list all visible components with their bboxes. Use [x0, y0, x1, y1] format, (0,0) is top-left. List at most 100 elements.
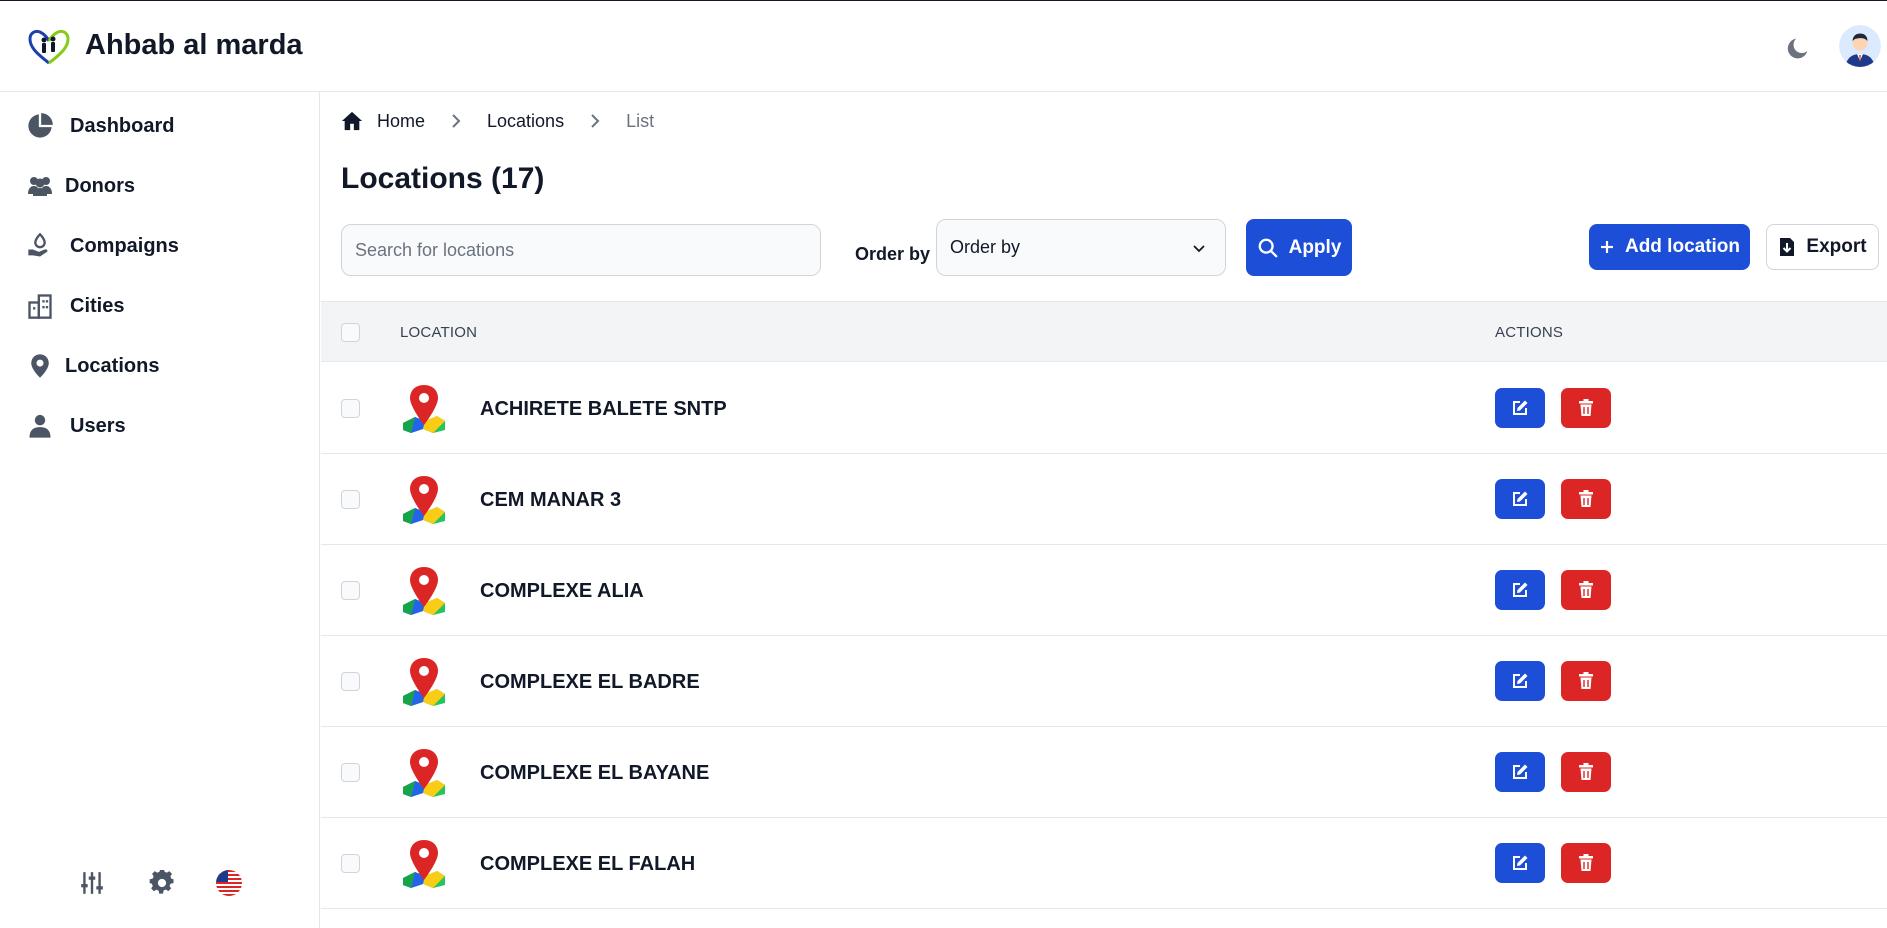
table-header: LOCATION ACTIONS — [321, 301, 1887, 362]
trash-icon — [1579, 763, 1593, 780]
export-button[interactable]: Export — [1766, 224, 1879, 270]
edit-icon — [1513, 673, 1528, 688]
search-input[interactable] — [341, 224, 821, 276]
trash-icon — [1579, 672, 1593, 689]
sidebar-item-label: Cities — [70, 294, 125, 317]
delete-button[interactable] — [1561, 843, 1611, 883]
location-name[interactable]: COMPLEXE EL FALAH — [480, 853, 695, 876]
sidebar-item-compaigns[interactable]: Compaigns — [0, 222, 319, 270]
location-name[interactable]: CEM MANAR 3 — [480, 489, 621, 512]
sidebar-item-users[interactable]: Users — [0, 402, 319, 450]
breadcrumb-current: List — [626, 110, 655, 131]
edit-button[interactable] — [1495, 843, 1545, 883]
user-icon — [29, 414, 51, 438]
apply-button-label: Apply — [1288, 236, 1342, 258]
map-pin-icon — [403, 385, 445, 433]
edit-button[interactable] — [1495, 661, 1545, 701]
main-content: Home Locations List Locations (17) Order… — [321, 92, 1887, 928]
row-checkbox[interactable] — [341, 581, 360, 600]
sliders-icon[interactable] — [79, 870, 105, 896]
table-row: COMPLEXE ALIA — [321, 545, 1887, 636]
map-pin-icon — [403, 749, 445, 797]
location-name[interactable]: COMPLEXE EL BADRE — [480, 671, 700, 694]
edit-icon — [1513, 400, 1528, 415]
row-checkbox[interactable] — [341, 490, 360, 509]
sidebar-item-label: Locations — [65, 354, 160, 377]
avatar-icon — [1839, 25, 1881, 67]
edit-icon — [1513, 855, 1528, 870]
edit-icon — [1513, 491, 1528, 506]
table-row: COMPLEXE EL FALAH — [321, 818, 1887, 909]
edit-icon — [1513, 582, 1528, 597]
sidebar-item-label: Dashboard — [70, 114, 175, 137]
map-pin-icon — [31, 354, 49, 378]
add-location-button[interactable]: Add location — [1589, 224, 1750, 270]
logo-icon[interactable] — [28, 29, 70, 65]
sidebar-item-cities[interactable]: Cities — [0, 282, 319, 330]
column-header-location[interactable]: LOCATION — [400, 324, 477, 341]
gear-icon[interactable] — [149, 870, 175, 896]
chevron-right-icon — [591, 114, 600, 128]
delete-button[interactable] — [1561, 388, 1611, 428]
user-avatar[interactable] — [1839, 25, 1881, 67]
users-group-icon — [28, 177, 52, 196]
edit-button[interactable] — [1495, 570, 1545, 610]
sidebar: Dashboard Donors Compaigns Cities Locati… — [0, 92, 320, 928]
location-name[interactable]: COMPLEXE EL BAYANE — [480, 762, 709, 785]
file-download-icon — [1780, 238, 1795, 256]
edit-button[interactable] — [1495, 752, 1545, 792]
delete-button[interactable] — [1561, 661, 1611, 701]
map-pin-icon — [403, 658, 445, 706]
export-label: Export — [1806, 236, 1867, 257]
sidebar-item-locations[interactable]: Locations — [0, 342, 319, 390]
sidebar-item-dashboard[interactable]: Dashboard — [0, 102, 319, 150]
location-name[interactable]: COMPLEXE ALIA — [480, 580, 644, 603]
chevron-down-icon — [1193, 245, 1205, 253]
sidebar-item-label: Donors — [65, 174, 135, 197]
row-checkbox[interactable] — [341, 763, 360, 782]
chevron-right-icon — [452, 114, 461, 128]
edit-button[interactable] — [1495, 479, 1545, 519]
sidebar-item-label: Users — [70, 414, 126, 437]
sidebar-item-donors[interactable]: Donors — [0, 162, 319, 210]
row-checkbox[interactable] — [341, 399, 360, 418]
dark-mode-toggle-icon[interactable] — [1784, 34, 1812, 62]
row-checkbox[interactable] — [341, 672, 360, 691]
add-location-label: Add location — [1624, 236, 1741, 257]
map-pin-icon — [403, 476, 445, 524]
page-title: Locations (17) — [341, 162, 545, 195]
pie-chart-icon — [28, 113, 53, 138]
trash-icon — [1579, 581, 1593, 598]
delete-button[interactable] — [1561, 570, 1611, 610]
order-by-select[interactable]: Order by — [936, 219, 1226, 276]
table-row: ACHIRETE BALETE SNTP — [321, 363, 1887, 454]
city-buildings-icon — [28, 294, 52, 319]
select-all-checkbox[interactable] — [341, 323, 360, 342]
sidebar-item-label: Compaigns — [70, 234, 179, 257]
map-pin-icon — [403, 567, 445, 615]
delete-button[interactable] — [1561, 752, 1611, 792]
table-row: CEM MANAR 3 — [321, 454, 1887, 545]
breadcrumb-locations[interactable]: Locations — [487, 111, 564, 132]
trash-icon — [1579, 490, 1593, 507]
table-row: COMPLEXE EL BAYANE — [321, 727, 1887, 818]
breadcrumb: Home Locations List — [341, 106, 654, 136]
apply-button[interactable]: Apply — [1246, 219, 1352, 276]
order-by-value: Order by — [950, 237, 1021, 257]
row-checkbox[interactable] — [341, 854, 360, 873]
hand-donation-icon — [28, 232, 48, 257]
table-row: COMPLEXE EL BADRE — [321, 636, 1887, 727]
breadcrumb-home[interactable]: Home — [377, 111, 425, 132]
trash-icon — [1579, 399, 1593, 416]
column-header-actions: ACTIONS — [1495, 324, 1564, 341]
trash-icon — [1579, 854, 1593, 871]
map-pin-icon — [403, 840, 445, 888]
home-icon[interactable] — [341, 110, 363, 132]
us-flag-icon[interactable] — [216, 870, 242, 896]
edit-button[interactable] — [1495, 388, 1545, 428]
plus-icon — [1600, 241, 1613, 253]
order-by-label: Order by — [855, 244, 931, 264]
location-name[interactable]: ACHIRETE BALETE SNTP — [480, 398, 727, 421]
delete-button[interactable] — [1561, 479, 1611, 519]
app-title: Ahbab al marda — [85, 29, 303, 61]
